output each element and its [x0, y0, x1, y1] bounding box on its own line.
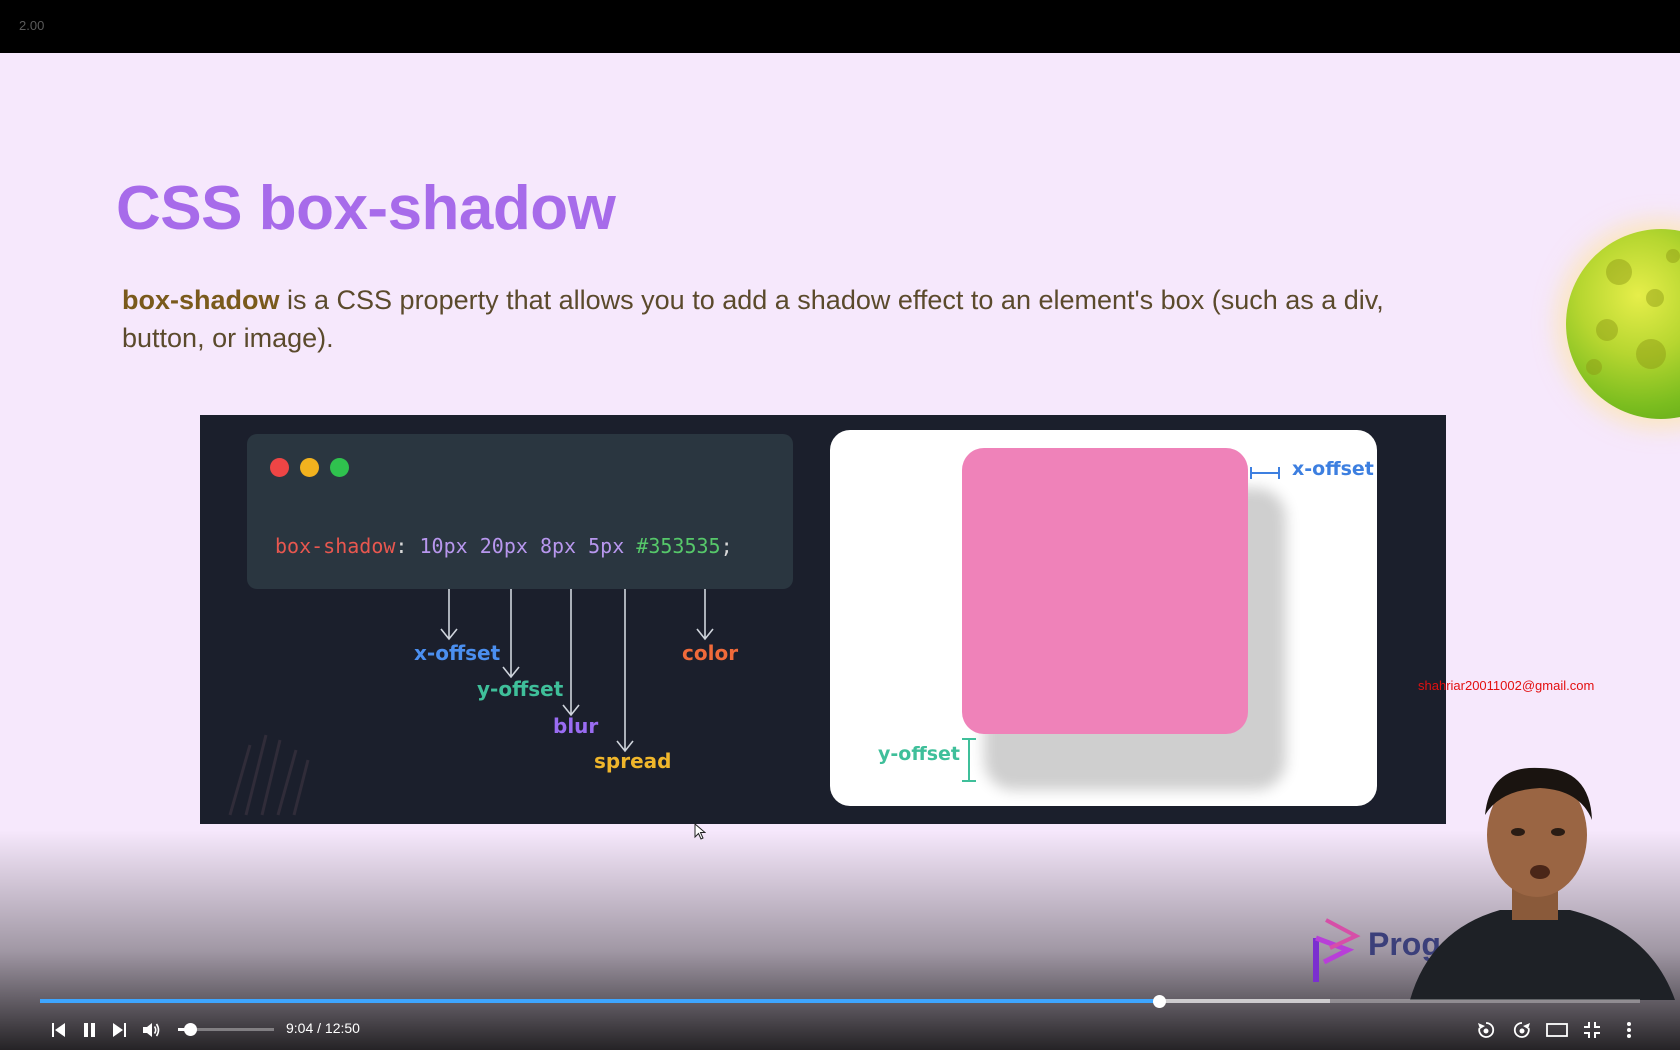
demo-label-y-offset: y-offset — [878, 743, 960, 765]
slide-description: box-shadow is a CSS property that allows… — [122, 281, 1442, 357]
label-blur: blur — [553, 714, 599, 738]
watermark-email: shahriar20011002@gmail.com — [1418, 678, 1595, 693]
code-value-spread: 5px — [588, 534, 625, 558]
code-semicolon: ; — [720, 534, 733, 558]
close-dot-icon — [270, 458, 289, 477]
code-colon: : — [395, 534, 408, 558]
code-value-color: #353535 — [636, 534, 721, 558]
rewind-10-button[interactable] — [1471, 1016, 1501, 1044]
box-shadow-diagram: box-shadow: 10px 20px 8px 5px #353535; x… — [200, 415, 1446, 824]
theater-mode-icon — [1546, 1023, 1568, 1037]
label-color: color — [682, 641, 739, 665]
code-value-y: 20px — [479, 534, 528, 558]
previous-icon — [52, 1023, 65, 1037]
volume-icon — [143, 1023, 160, 1037]
slide-title: CSS box-shadow — [116, 174, 616, 243]
planet-decoration — [1566, 229, 1680, 419]
volume-handle[interactable] — [183, 1023, 197, 1036]
progress-played — [40, 999, 1160, 1003]
exit-fullscreen-icon — [1584, 1022, 1600, 1038]
code-property: box-shadow — [275, 534, 396, 558]
logo-icon — [1313, 918, 1361, 982]
x-offset-marker-icon — [1250, 467, 1280, 479]
code-line: box-shadow: 10px 20px 8px 5px #353535; — [275, 534, 733, 558]
code-window: box-shadow: 10px 20px 8px 5px #353535; — [247, 434, 793, 589]
minimize-dot-icon — [300, 458, 319, 477]
next-icon — [113, 1023, 126, 1037]
theater-mode-button[interactable] — [1542, 1016, 1572, 1044]
label-x-offset: x-offset — [414, 641, 501, 665]
player-controls: 9:04 / 12:50 — [0, 1010, 1680, 1050]
progress-scrubber[interactable] — [1153, 995, 1167, 1008]
forward-10-button[interactable] — [1507, 1016, 1537, 1044]
forward-10-icon — [1513, 1022, 1530, 1038]
volume-button[interactable] — [136, 1016, 166, 1044]
y-offset-marker-icon — [962, 738, 976, 782]
more-options-button[interactable] — [1614, 1016, 1644, 1044]
presenter-webcam — [1410, 767, 1675, 1000]
time-display: 9:04 / 12:50 — [286, 1020, 360, 1036]
desc-keyword: box-shadow — [122, 285, 280, 315]
playback-speed-label: 2.00 — [19, 18, 45, 33]
desc-text: is a CSS property that allows you to add… — [122, 285, 1384, 353]
shadow-demo: x-offset y-offset — [830, 430, 1377, 806]
label-y-offset: y-offset — [477, 677, 564, 701]
exit-fullscreen-button[interactable] — [1577, 1016, 1607, 1044]
next-button[interactable] — [105, 1016, 135, 1044]
demo-label-x-offset: x-offset — [1292, 458, 1374, 480]
pause-button[interactable] — [74, 1016, 104, 1044]
label-spread: spread — [594, 749, 672, 773]
top-bar: 2.00 — [0, 0, 1680, 53]
demo-box — [962, 448, 1248, 734]
more-options-icon — [1627, 1022, 1631, 1038]
pause-icon — [84, 1023, 95, 1037]
previous-button[interactable] — [43, 1016, 73, 1044]
maximize-dot-icon — [330, 458, 349, 477]
code-value-x: 10px — [419, 534, 468, 558]
code-value-blur: 8px — [539, 534, 577, 558]
rewind-10-icon — [1478, 1022, 1495, 1038]
